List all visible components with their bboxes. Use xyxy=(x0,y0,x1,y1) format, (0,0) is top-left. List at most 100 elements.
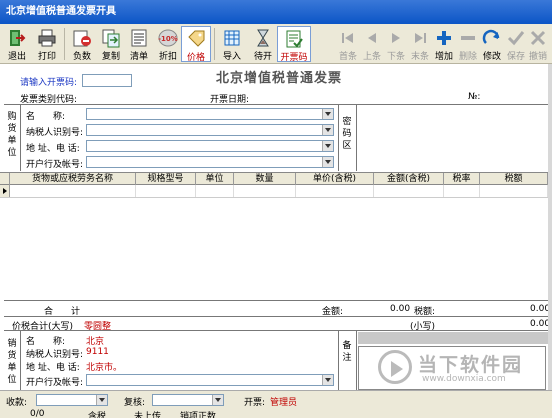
table-cell[interactable] xyxy=(136,185,196,197)
chevron-down-icon[interactable] xyxy=(322,125,333,135)
divider xyxy=(20,104,21,171)
chevron-down-icon[interactable] xyxy=(212,395,223,405)
buyer-taxid-select[interactable] xyxy=(86,124,334,136)
total-amount-value: 0.00 xyxy=(390,304,411,314)
import-button[interactable]: 导入 xyxy=(217,26,247,62)
discount-icon: -10% xyxy=(158,29,178,47)
seller-taxid-label: 纳税人识别号: xyxy=(26,350,84,360)
divider xyxy=(338,104,339,171)
buyer-address-label: 地 址、电 话: xyxy=(26,144,80,154)
copy-label: 复制 xyxy=(101,52,120,62)
seller-taxid-value: 9111 xyxy=(86,347,109,357)
toolbar: 退出 打印 负数 复制 清单 -10% 折扣 价格 导入 待开 开票码 首条 上… xyxy=(0,24,552,64)
col-header-goods[interactable]: 货物或应税劳务名称 xyxy=(10,173,136,185)
remarks-header xyxy=(358,332,548,344)
print-label: 打印 xyxy=(37,52,56,62)
negative-button[interactable]: 负数 xyxy=(67,26,97,62)
play-logo-icon xyxy=(378,350,412,384)
scrollbar[interactable] xyxy=(548,64,552,390)
chevron-down-icon[interactable] xyxy=(322,157,333,167)
cancel-label: 撤销 xyxy=(528,52,547,62)
buyer-taxid-label: 纳税人识别号: xyxy=(26,128,84,138)
hold-button[interactable]: 待开 xyxy=(248,26,278,62)
table-cell[interactable] xyxy=(10,185,136,197)
col-header-price[interactable]: 单价(含税) xyxy=(296,173,374,185)
remarks-title: 备注 xyxy=(342,341,352,363)
list-icon xyxy=(131,29,147,47)
payee-select[interactable] xyxy=(36,394,108,406)
status-bar: 收款: 复核: 开票: 管理员 0/0 含税 未上传 销项正数 xyxy=(0,390,552,418)
last-label: 末条 xyxy=(410,52,429,62)
chevron-down-icon[interactable] xyxy=(322,109,333,119)
chevron-down-icon[interactable] xyxy=(322,375,333,385)
password-area-title: 密码区 xyxy=(342,117,352,151)
buyer-name-select[interactable] xyxy=(86,108,334,120)
print-button[interactable]: 打印 xyxy=(32,26,62,62)
next-label: 下条 xyxy=(386,52,405,62)
row-selector-icon[interactable] xyxy=(0,185,10,197)
table-cell[interactable] xyxy=(480,185,548,197)
price-button[interactable]: 价格 xyxy=(181,26,211,63)
cancel-button[interactable]: 撤销 xyxy=(523,26,552,62)
seller-bank-select[interactable] xyxy=(86,374,334,386)
cancel-icon xyxy=(530,30,546,46)
discount-button[interactable]: -10% 折扣 xyxy=(153,26,183,62)
list-button[interactable]: 清单 xyxy=(124,26,154,62)
watermark-text: 当下软件园 xyxy=(418,354,524,376)
divider xyxy=(4,330,548,331)
table-cell[interactable] xyxy=(196,185,234,197)
table-cell[interactable] xyxy=(374,185,444,197)
exit-button[interactable]: 退出 xyxy=(2,26,32,62)
buyer-bank-select[interactable] xyxy=(86,156,334,168)
invoice-title: 北京增值税普通发票 xyxy=(216,71,343,86)
seller-name-label: 名 称: xyxy=(26,337,66,347)
negative-invoice-icon xyxy=(73,30,91,47)
seller-bank-label: 开户行及帐号: xyxy=(26,378,84,388)
col-header-spec[interactable]: 规格型号 xyxy=(136,173,196,185)
copy-button[interactable]: 复制 xyxy=(96,26,126,62)
divider xyxy=(356,104,357,171)
col-header-unit[interactable]: 单位 xyxy=(196,173,234,185)
buyer-name-label: 名 称: xyxy=(26,112,66,122)
table-cell[interactable] xyxy=(444,185,480,197)
invoice-code-input[interactable] xyxy=(82,74,132,87)
chevron-down-icon[interactable] xyxy=(322,141,333,151)
divider xyxy=(20,330,21,390)
col-header-amount[interactable]: 金额(含税) xyxy=(374,173,444,185)
col-header-rate[interactable]: 税率 xyxy=(444,173,480,185)
last-record-icon xyxy=(415,33,426,43)
buyer-bank-label: 开户行及帐号: xyxy=(26,160,84,170)
issue-button[interactable]: 开票码 xyxy=(277,26,311,63)
delete-label: 删除 xyxy=(458,52,477,62)
table-cell[interactable] xyxy=(234,185,296,197)
grid-corner xyxy=(0,173,10,185)
modify-icon xyxy=(482,29,500,44)
price-label: 价格 xyxy=(186,53,205,63)
toolbar-separator xyxy=(214,28,215,60)
prev-label: 上条 xyxy=(362,52,381,62)
invoice-form: 北京增值税普通发票 请输入开票码: 发票类别代码: 开票日期: №: 购货单位 … xyxy=(0,64,552,390)
col-header-tax[interactable]: 税额 xyxy=(480,173,548,185)
col-header-qty[interactable]: 数量 xyxy=(234,173,296,185)
exit-label: 退出 xyxy=(7,52,26,62)
discount-badge: -10% xyxy=(158,35,178,43)
status-not-uploaded: 未上传 xyxy=(134,412,162,418)
reviewer-select[interactable] xyxy=(152,394,224,406)
issuer-label: 开票: xyxy=(244,398,266,408)
chevron-down-icon[interactable] xyxy=(96,395,107,405)
buyer-address-select[interactable] xyxy=(86,140,334,152)
modify-label: 修改 xyxy=(482,52,501,62)
import-icon xyxy=(224,30,240,46)
plus-icon xyxy=(437,31,451,45)
divider xyxy=(338,330,339,390)
watermark-logo: 当下软件园 www.downxia.com xyxy=(378,348,548,388)
import-label: 导入 xyxy=(222,52,241,62)
seller-section-title: 销货单位 xyxy=(7,339,17,385)
table-cell[interactable] xyxy=(296,185,374,197)
first-label: 首条 xyxy=(338,52,357,62)
divider xyxy=(4,104,548,105)
divider xyxy=(356,330,357,390)
table-row[interactable] xyxy=(0,185,548,198)
printer-icon xyxy=(38,29,56,47)
list-label: 清单 xyxy=(129,52,148,62)
